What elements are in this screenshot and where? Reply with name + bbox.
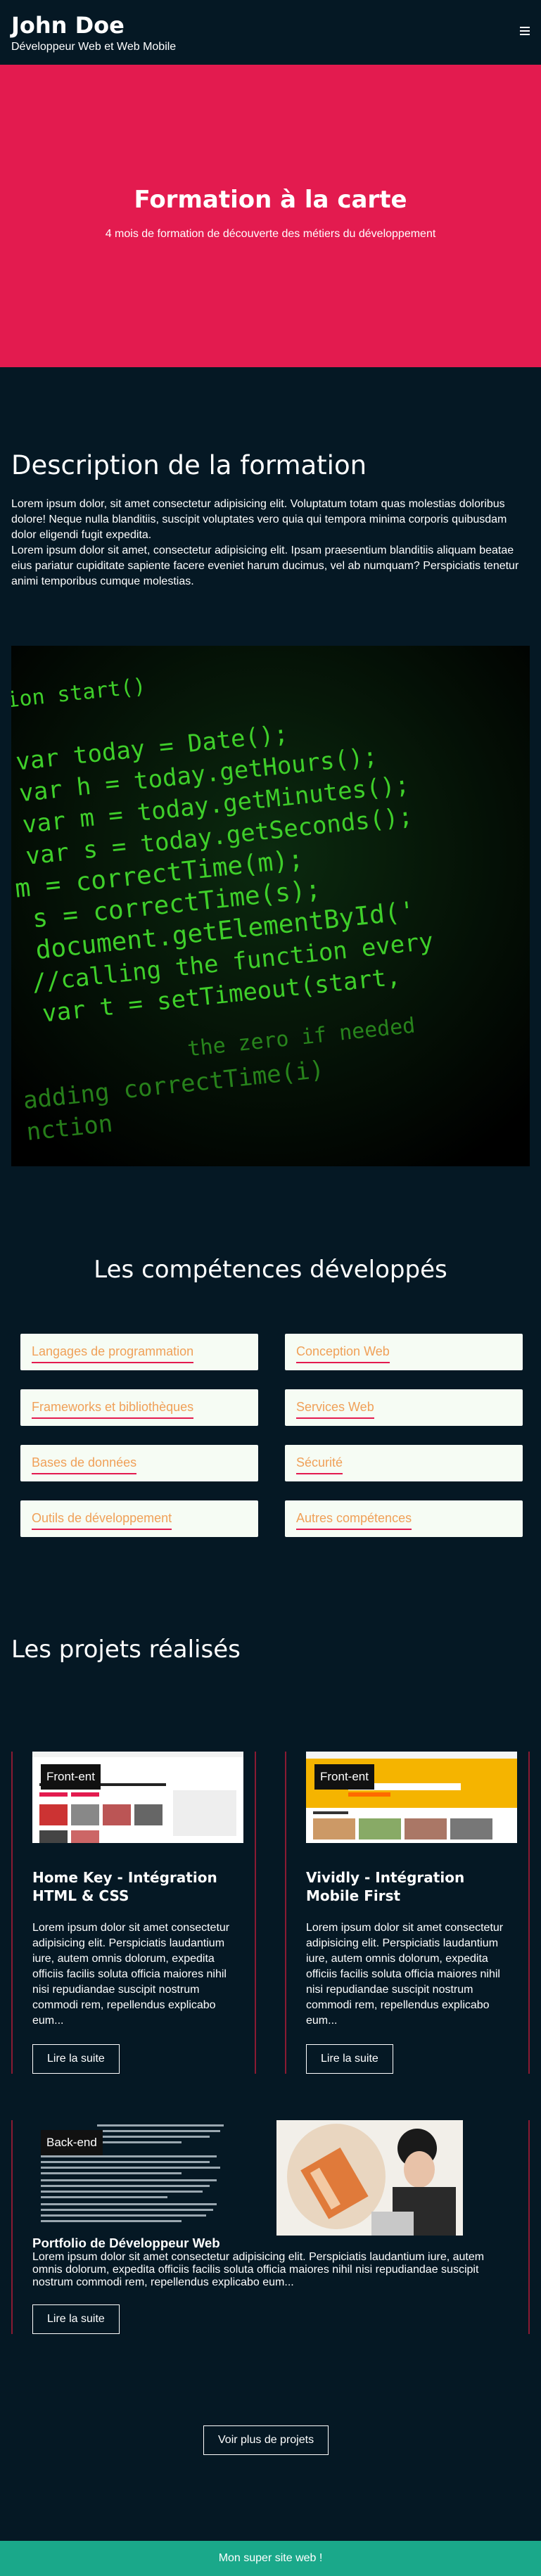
skill-label: Conception Web [296, 1344, 390, 1363]
project-thumbnail[interactable]: Back-end [34, 2120, 463, 2236]
skill-label: Langages de programmation [32, 1344, 194, 1363]
site-subtitle: Développeur Web et Web Mobile [11, 41, 177, 53]
skill-card[interactable]: Services Web [285, 1389, 523, 1426]
project-title: Home Key - Intégration HTML & CSS [32, 1869, 217, 1904]
project-title: Portfolio de Développeur Web [32, 2236, 220, 2250]
description-text: Lorem ipsum dolor, sit amet consectetur … [11, 497, 528, 589]
skill-label: Frameworks et bibliothèques [32, 1400, 194, 1419]
project-thumbnail[interactable]: Front-ent [306, 1752, 517, 1843]
hero-banner: Formation à la carte 4 mois de formation… [0, 65, 541, 367]
skill-label: Services Web [296, 1400, 374, 1419]
code-screen-illustration: ction start()var today = Date();var h = … [11, 646, 530, 1166]
site-name[interactable]: John Doe [11, 13, 530, 38]
project-thumbnail[interactable]: Front-ent [32, 1752, 243, 1843]
project-title: Vividly - Intégration Mobile First [306, 1869, 465, 1904]
skill-card[interactable]: Outils de développement [20, 1500, 258, 1537]
project-card: Front-ent Home Key - Intégration HTML & … [11, 1752, 256, 2074]
description-title: Description de la formation [11, 450, 367, 480]
code-screen-image: ction start() var today = Date(); var h = … [11, 646, 530, 1166]
skill-label: Autres compétences [296, 1511, 412, 1530]
project-category-badge: Back-end [41, 2130, 103, 2155]
site-footer: Mon super site web ! [0, 2541, 541, 2576]
projects-title: Les projets réalisés [11, 1635, 241, 1664]
skill-label: Outils de développement [32, 1511, 172, 1530]
description-paragraph: Lorem ipsum dolor, sit amet consectetur … [11, 498, 519, 587]
hero-subtitle: 4 mois de formation de découverte des mé… [105, 228, 436, 240]
skill-card[interactable]: Conception Web [285, 1334, 523, 1370]
skill-card[interactable]: Langages de programmation [20, 1334, 258, 1370]
skill-label: Bases de données [32, 1455, 137, 1474]
skill-card[interactable]: Sécurité [285, 1445, 523, 1481]
skills-title: Les compétences développés [94, 1256, 447, 1284]
read-more-button[interactable]: Lire la suite [32, 2304, 120, 2334]
project-category-badge: Front-ent [41, 1764, 101, 1790]
project-description: Lorem ipsum dolor sit amet consectetur a… [32, 1922, 230, 2027]
see-more-projects-button[interactable]: Voir plus de projets [203, 2425, 329, 2455]
hamburger-menu-icon[interactable] [520, 27, 530, 35]
project-card: Front-ent Vividly - Intégration Mobile F… [285, 1752, 530, 2074]
read-more-button[interactable]: Lire la suite [306, 2044, 393, 2074]
project-description: Lorem ipsum dolor sit amet consectetur a… [306, 1922, 504, 2027]
skill-card[interactable]: Frameworks et bibliothèques [20, 1389, 258, 1426]
project-description: Lorem ipsum dolor sit amet consectetur a… [32, 2251, 485, 2288]
skill-card[interactable]: Bases de données [20, 1445, 258, 1481]
read-more-button[interactable]: Lire la suite [32, 2044, 120, 2074]
footer-text: Mon super site web ! [218, 2552, 323, 2564]
project-category-badge: Front-ent [314, 1764, 374, 1790]
skill-card[interactable]: Autres compétences [285, 1500, 523, 1537]
hero-title: Formation à la carte [134, 186, 407, 214]
project-card: Back-end Portfolio de Développeur Web Lo… [11, 2120, 530, 2334]
site-header: John Doe Développeur Web et Web Mobile [0, 0, 541, 65]
skill-label: Sécurité [296, 1455, 343, 1474]
